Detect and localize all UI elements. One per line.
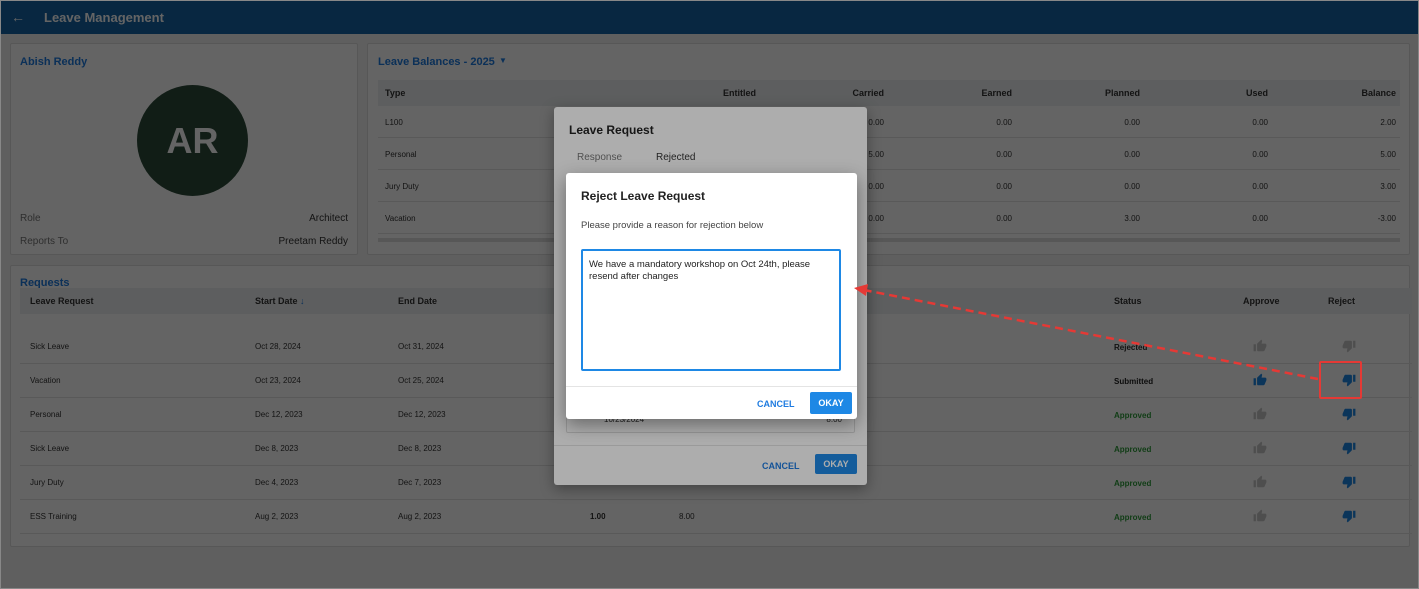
reject-dialog-cancel-button[interactable]: CANCEL (757, 399, 795, 409)
reject-dialog-prompt: Please provide a reason for rejection be… (581, 220, 764, 231)
reject-dialog-title: Reject Leave Request (581, 189, 706, 203)
reject-leave-dialog: Reject Leave Request Please provide a re… (566, 173, 857, 419)
app-window: ← Leave Management Abish Reddy AR Role A… (0, 0, 1419, 589)
divider (566, 386, 857, 387)
rejection-reason-textarea[interactable] (581, 249, 841, 371)
reject-dialog-okay-button[interactable]: OKAY (810, 392, 852, 414)
callout-dashed-arrow-icon (854, 284, 1319, 381)
